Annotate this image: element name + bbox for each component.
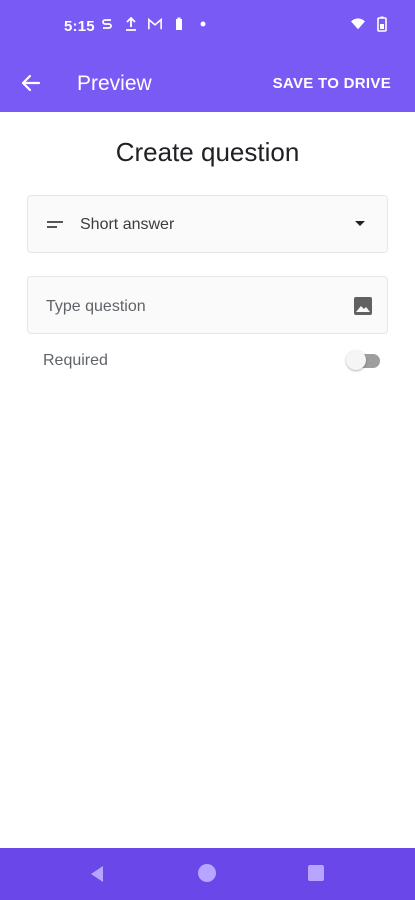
question-type-label: Short answer <box>80 216 175 233</box>
add-image-icon[interactable] <box>353 296 373 316</box>
nav-back-icon[interactable] <box>89 865 105 888</box>
required-label: Required <box>43 352 108 369</box>
nav-recents-icon[interactable] <box>308 865 324 881</box>
notification-dot-icon <box>196 16 210 32</box>
question-type-select[interactable]: Short answer <box>27 195 388 253</box>
back-button[interactable] <box>14 68 48 102</box>
dropdown-arrow-icon <box>355 221 365 226</box>
system-nav-bar <box>0 848 415 900</box>
required-toggle[interactable] <box>346 350 382 370</box>
toggle-thumb <box>346 350 366 370</box>
arrow-back-icon <box>21 73 41 98</box>
gmail-icon <box>148 16 162 32</box>
page-title: Create question <box>115 137 300 167</box>
sync-icon <box>100 16 114 32</box>
question-field <box>27 276 388 334</box>
status-time: 5:15 <box>64 18 95 35</box>
battery-icon <box>375 16 389 32</box>
app-bar: Preview SAVE TO DRIVE <box>0 56 415 112</box>
nav-home-icon[interactable] <box>198 864 216 882</box>
short-text-icon <box>46 216 64 234</box>
app-title: Preview <box>77 72 152 95</box>
status-bar: 5:15 <box>0 0 415 56</box>
battery-saver-icon <box>172 16 186 32</box>
save-to-drive-button[interactable]: SAVE TO DRIVE <box>273 75 391 92</box>
wifi-icon <box>351 16 365 32</box>
upload-icon <box>124 16 138 32</box>
question-input[interactable] <box>44 295 338 319</box>
